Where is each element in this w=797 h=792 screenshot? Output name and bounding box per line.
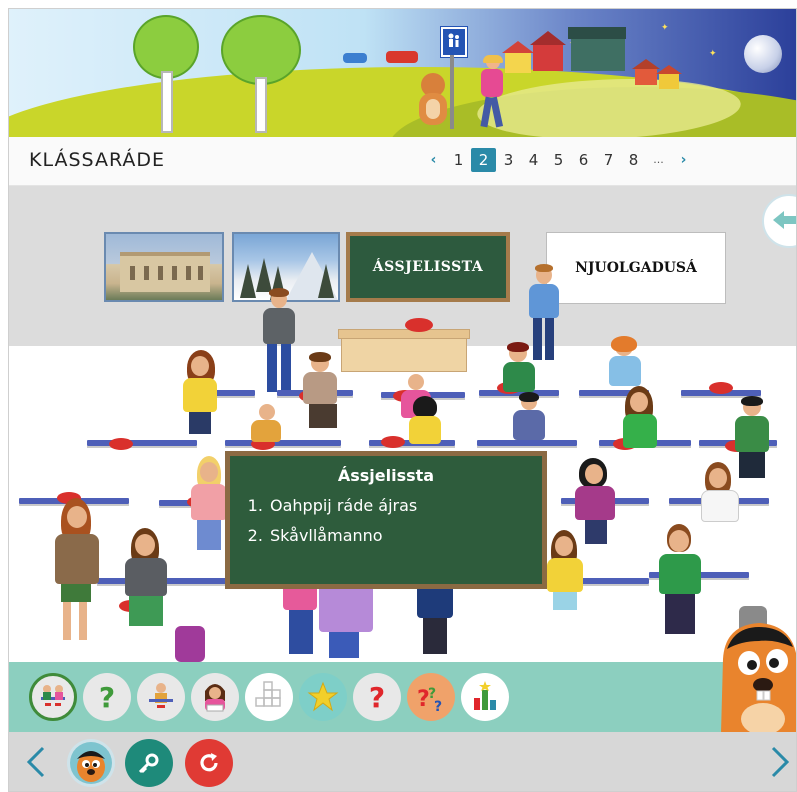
- avatar-button[interactable]: [67, 739, 115, 787]
- popup-title: Ássjelissta: [337, 466, 435, 485]
- backpack-icon: [175, 626, 205, 662]
- reading-tool-button[interactable]: [191, 673, 239, 721]
- sign-pole: [450, 55, 454, 129]
- chair: [709, 382, 733, 394]
- pager-page-7[interactable]: 7: [596, 148, 621, 172]
- beaver-mascot: [715, 619, 796, 735]
- pager-page-1[interactable]: 1: [446, 148, 471, 172]
- classroom-tool-button[interactable]: [29, 673, 77, 721]
- whiteboard-button-njuolgadusa[interactable]: NJUOLGADUSÁ: [546, 232, 726, 304]
- quiz-tool-button[interactable]: ?: [83, 673, 131, 721]
- car-icon: [343, 53, 367, 63]
- page-title: KLÁSSARÁDE: [29, 149, 166, 171]
- pager-page-2[interactable]: 2: [471, 148, 496, 172]
- beaver-character: [417, 73, 447, 127]
- pager-page-6[interactable]: 6: [571, 148, 596, 172]
- popup-list: Oahppij ráde ájras Skåvllåmanno: [230, 491, 542, 551]
- pager-page-3[interactable]: 3: [496, 148, 521, 172]
- desk: [87, 440, 197, 448]
- planet-icon: [744, 35, 782, 73]
- activity-toolbar: ? ? ? ? ?: [9, 662, 796, 732]
- student-desk-icon: [149, 683, 173, 708]
- question-mark-icon: ?: [368, 680, 386, 714]
- header-banner: ✦ ✦ ✦: [9, 9, 796, 137]
- multi-question-tool-button[interactable]: ? ? ?: [407, 673, 455, 721]
- score-tool-button[interactable]: [461, 673, 509, 721]
- student-figure: [405, 396, 445, 448]
- chair: [405, 318, 433, 332]
- pager-ellipsis[interactable]: ...: [646, 148, 671, 172]
- star-icon: ✦: [709, 49, 717, 59]
- student-figure: [249, 404, 285, 444]
- crossword-icon: [255, 681, 281, 707]
- student-figure: [49, 498, 109, 648]
- chair: [109, 438, 133, 450]
- board-button-assjelissta[interactable]: ÁSSJELISSTA: [346, 232, 510, 302]
- reading-girl-icon: [205, 684, 225, 712]
- previous-page-button[interactable]: [25, 746, 47, 778]
- star-tool-button[interactable]: [299, 673, 347, 721]
- question-tool-button[interactable]: ?: [353, 673, 401, 721]
- star-icon: [307, 681, 339, 712]
- student-figure: [117, 528, 177, 638]
- student-figure: [509, 392, 549, 448]
- multi-question-icon: ? ? ?: [417, 686, 442, 715]
- pager-next-button[interactable]: ›: [671, 148, 696, 172]
- teacher-desk: [338, 329, 470, 372]
- pager-page-8[interactable]: 8: [621, 148, 646, 172]
- pager-page-4[interactable]: 4: [521, 148, 546, 172]
- refresh-button[interactable]: [185, 739, 233, 787]
- student-figure: [259, 288, 299, 396]
- student-figure: [179, 350, 223, 440]
- classroom-scene: ÁSSJELISSTA NJUOLGADUSÁ Ássjelissta 1. O…: [9, 186, 796, 662]
- svg-text:?: ?: [434, 699, 442, 715]
- bus-icon: [386, 51, 418, 63]
- popup-list-item: Oahppij ráde ájras: [268, 491, 542, 521]
- parliament-photo[interactable]: [104, 232, 224, 302]
- lesson-header: KLÁSSARÁDE ‹ 1 2 3 4 5 6 7 8 ... ›: [9, 137, 796, 186]
- chevron-left-icon: [26, 746, 45, 778]
- bottom-navigation: [9, 732, 796, 791]
- key-button[interactable]: [125, 739, 173, 787]
- chair: [381, 436, 405, 448]
- student-figure: [543, 530, 589, 640]
- score-chart-icon: [474, 681, 496, 710]
- app-frame: ✦ ✦ ✦: [8, 8, 797, 792]
- student-figure: [617, 386, 665, 470]
- key-icon: [138, 753, 159, 774]
- student-figure: [653, 524, 707, 654]
- question-mark-icon: ?: [98, 680, 116, 714]
- school-crossing-sign-icon: [441, 27, 467, 57]
- refresh-icon: [200, 753, 218, 772]
- pagination: ‹ 1 2 3 4 5 6 7 8 ... ›: [421, 148, 696, 172]
- classroom-icon: [41, 685, 65, 706]
- student-figure: [415, 578, 457, 658]
- beaver-avatar-icon: [70, 742, 112, 784]
- student-figure: [299, 352, 343, 434]
- arrow-left-icon: [773, 211, 796, 229]
- girl-character: [475, 55, 509, 131]
- crossword-tool-button[interactable]: [245, 673, 293, 721]
- popup-list-item: Skåvllåmanno: [268, 521, 542, 551]
- star-icon: ✦: [661, 23, 669, 33]
- student-desk-tool-button[interactable]: [137, 673, 185, 721]
- info-chalkboard-popup: Ássjelissta Oahppij ráde ájras Skåvllåma…: [225, 451, 547, 589]
- chevron-right-icon: [771, 746, 790, 778]
- pager-prev-button[interactable]: ‹: [421, 148, 446, 172]
- next-page-button[interactable]: [769, 746, 791, 778]
- pager-page-5[interactable]: 5: [546, 148, 571, 172]
